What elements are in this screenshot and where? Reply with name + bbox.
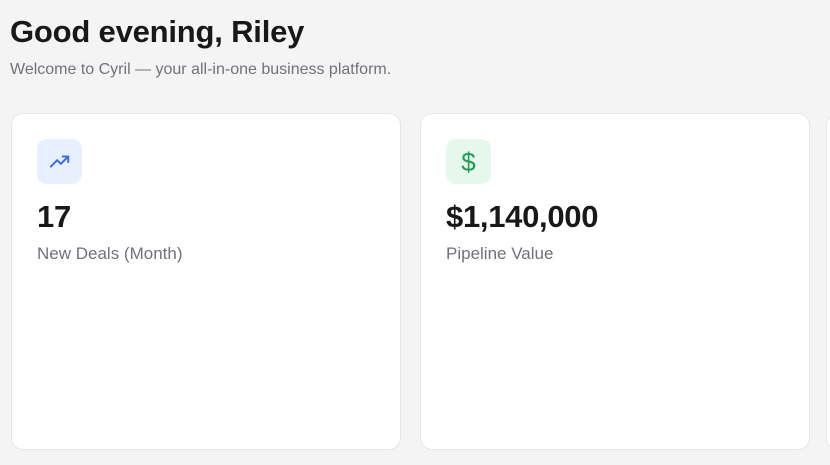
stat-value: 17 (37, 199, 71, 234)
page-subtitle: Welcome to Cyril — your all-in-one busin… (10, 61, 392, 78)
dollar-glyph: $ (461, 146, 476, 177)
stat-label: Pipeline Value (446, 244, 554, 263)
stat-value: $1,140,000 (446, 199, 599, 234)
stat-card-offscreen[interactable] (826, 113, 830, 450)
dollar-sign-icon: $ (446, 139, 491, 184)
stat-label: New Deals (Month) (37, 244, 183, 263)
stat-card-new-deals[interactable]: 17 New Deals (Month) (11, 113, 401, 450)
trending-up-icon (37, 139, 82, 184)
dashboard-page: Good evening, Riley Welcome to Cyril — y… (0, 0, 830, 465)
page-title: Good evening, Riley (10, 14, 305, 49)
stat-card-pipeline-value[interactable]: $ $1,140,000 Pipeline Value (420, 113, 810, 450)
